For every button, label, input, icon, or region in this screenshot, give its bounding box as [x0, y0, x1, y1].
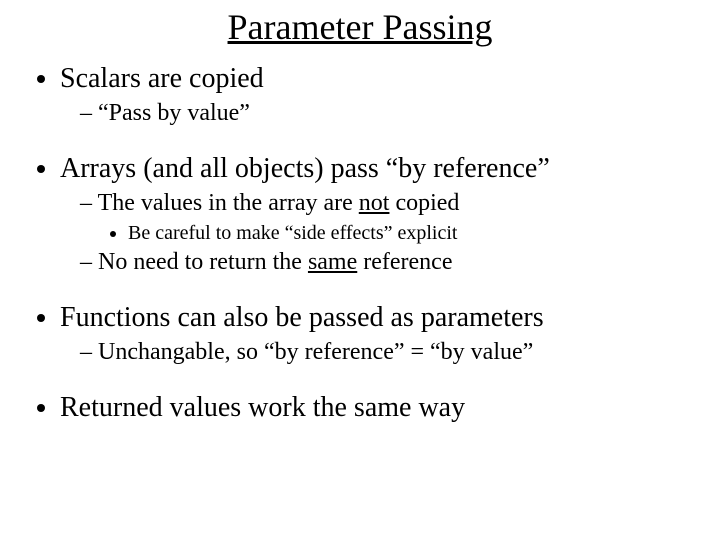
bullet-text: Functions can also be passed as paramete… — [60, 302, 544, 333]
sub-text-underline: same — [308, 249, 357, 275]
bullet-text: Scalars are copied — [60, 63, 264, 94]
sublist: The values in the array are not copied B… — [60, 189, 698, 277]
subsublist: Be careful to make “side effects” explic… — [80, 221, 698, 246]
bullet-functions: Functions can also be passed as paramete… — [60, 301, 698, 367]
slide-title: Parameter Passing — [22, 6, 698, 48]
bullet-text: Arrays (and all objects) pass “by refere… — [60, 153, 550, 184]
sub-text-post: reference — [357, 249, 452, 275]
sub-text: Unchangable, so “by reference” = “by val… — [98, 339, 533, 365]
sub-text-pre: The values in the array are — [98, 190, 359, 216]
subsub-side-effects: Be careful to make “side effects” explic… — [128, 221, 698, 246]
sublist: “Pass by value” — [60, 99, 698, 128]
sub-text-pre: No need to return the — [98, 249, 308, 275]
bullet-list: Scalars are copied “Pass by value” Array… — [22, 62, 698, 424]
sub-not-copied: The values in the array are not copied B… — [80, 189, 698, 245]
slide: Parameter Passing Scalars are copied “Pa… — [0, 0, 720, 540]
sub-pass-by-value: “Pass by value” — [80, 99, 698, 128]
sub-unchangable: Unchangable, so “by reference” = “by val… — [80, 338, 698, 367]
bullet-scalars: Scalars are copied “Pass by value” — [60, 62, 698, 128]
sub-text-underline: not — [359, 190, 390, 216]
bullet-arrays: Arrays (and all objects) pass “by refere… — [60, 152, 698, 277]
sublist: Unchangable, so “by reference” = “by val… — [60, 338, 698, 367]
sub-text-post: copied — [389, 190, 459, 216]
bullet-text: Returned values work the same way — [60, 392, 465, 423]
subsub-text: Be careful to make “side effects” explic… — [128, 222, 457, 244]
bullet-returned: Returned values work the same way — [60, 391, 698, 424]
sub-text: “Pass by value” — [98, 100, 250, 126]
sub-same-reference: No need to return the same reference — [80, 248, 698, 277]
